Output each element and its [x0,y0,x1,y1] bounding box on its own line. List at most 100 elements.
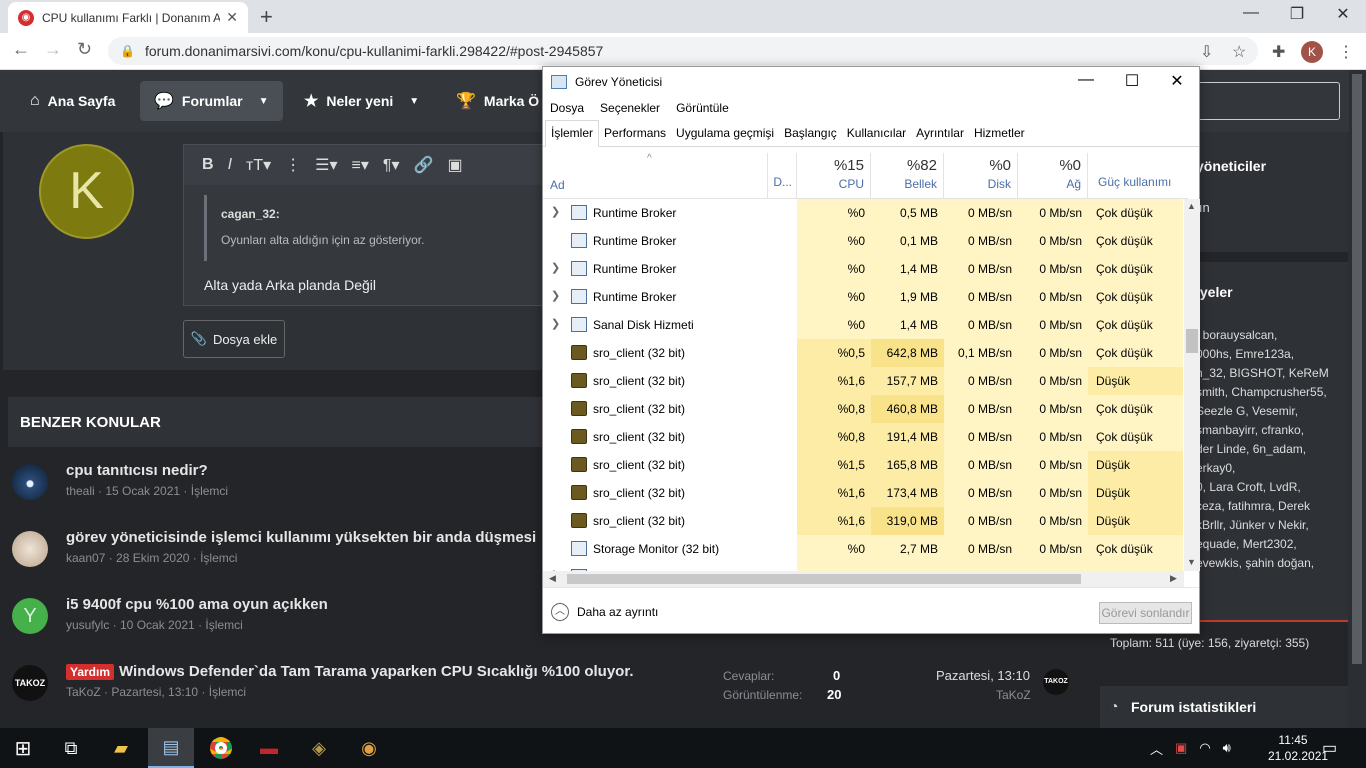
scroll-right-icon[interactable]: ▶ [1170,573,1177,584]
col-power[interactable]: Güç kullanımı [1088,153,1188,199]
browser-tab[interactable]: ◉ CPU kullanımı Farklı | Donanım A ✕ [8,2,248,33]
game-launcher-button[interactable]: ▬ [246,728,292,768]
page-scroll-thumb[interactable] [1352,74,1362,664]
image-icon[interactable]: ▣ [447,155,462,175]
tm-vertical-scrollbar[interactable]: ▲ ▼ [1184,199,1200,571]
last-post-date[interactable]: Pazartesi, 13:10 [936,668,1030,683]
col-memory[interactable]: %82 Bellek [871,153,944,199]
address-bar[interactable]: 🔒 forum.donanimarsivi.com/konu/cpu-kulla… [108,37,1258,65]
process-row[interactable]: sro_client (32 bit) %0,8 191,4 MB 0 MB/sn 0 … [543,423,1183,451]
online-line[interactable]: der Linde, 6n_adam, [1196,440,1346,459]
tm-hscroll-thumb[interactable] [567,574,1081,584]
online-line[interactable]: Seezle G, Vesemir, [1196,402,1346,421]
wifi-icon[interactable]: ◠ [1199,740,1210,756]
menu-options[interactable]: Seçenekler [600,101,660,115]
profile-avatar[interactable]: K [1301,41,1323,63]
nav-home[interactable]: ⌂ Ana Sayfa [16,81,129,121]
online-line[interactable]: 0, Lara Croft, LvdR, [1196,478,1346,497]
media-app-button[interactable]: ◉ [346,728,392,768]
chrome-taskbar-button[interactable] [198,728,244,768]
last-post-user[interactable]: TaKoZ [996,688,1031,702]
scroll-left-icon[interactable]: ◀ [549,573,556,584]
extensions-icon[interactable]: ✚ [1272,42,1285,62]
online-line[interactable]: smanbayirr, cfranko, [1196,421,1346,440]
tm-maximize-icon[interactable]: ☐ [1109,71,1155,91]
process-row[interactable]: sro_client (32 bit) %0,5 642,8 MB 0,1 MB/sn… [543,339,1183,367]
tab-app-history[interactable]: Uygulama geçmişi [671,126,779,146]
expand-chevron-icon[interactable]: ❯ [551,261,560,274]
page-scrollbar[interactable] [1349,70,1366,728]
chevron-down-icon[interactable]: ▼ [409,96,419,107]
thread-item[interactable]: TAKOZ Yardım Windows Defender`da Tam Tara… [0,659,1090,721]
process-row[interactable]: ❯ Sanal Disk Hizmeti %0 1,4 MB 0 MB/sn 0 Mb/s… [543,311,1183,339]
reply-text[interactable]: Alta yada Arka planda Değil [204,277,376,293]
reply-editor[interactable]: B I тT▾ ⋮ ☰▾ ≡▾ ¶▾ 🔗 ▣ cagan_32: Oyunlar… [183,144,553,306]
tab-services[interactable]: Hizmetler [969,126,1030,146]
close-tab-icon[interactable]: ✕ [226,9,238,26]
process-row[interactable]: sro_client (32 bit) %1,6 319,0 MB 0 MB/sn 0 … [543,507,1183,535]
tm-close-icon[interactable]: ✕ [1154,71,1200,91]
tab-performance[interactable]: Performans [599,126,671,146]
tab-details[interactable]: Ayrıntılar [911,126,969,146]
col-cpu[interactable]: %15 CPU [797,153,871,199]
col-status[interactable]: D... [768,153,797,199]
process-row[interactable]: sro_client (32 bit) %1,6 173,4 MB 0 MB/sn 0 … [543,479,1183,507]
clock[interactable]: 11:45 21.02.2021 [1268,732,1328,764]
tab-users[interactable]: Kullanıcılar [842,126,911,146]
action-center-icon[interactable]: ▭ [1322,738,1337,758]
tm-horizontal-scrollbar[interactable]: ◀ ▶ [543,571,1184,587]
tab-processes[interactable]: İşlemler [545,120,600,147]
nav-forums[interactable]: 💬 Forumlar ▼ [140,81,283,121]
italic-icon[interactable]: I [228,156,232,174]
end-task-button[interactable]: Görevi sonlandır [1099,602,1192,624]
process-row[interactable]: ❯System Guard Çalışma Z...%03,4 MB0 MB/s… [543,563,1183,571]
chevron-down-icon[interactable]: ▼ [259,96,269,107]
notification-app-icon[interactable]: ▣ [1175,740,1187,756]
show-hidden-icons-icon[interactable]: ︿ [1150,739,1163,758]
scroll-up-icon[interactable]: ▲ [1187,201,1196,211]
volume-icon[interactable]: 🔊︎ [1223,740,1231,756]
close-window-icon[interactable]: ✕ [1320,4,1366,24]
process-row[interactable]: ❯ Runtime Broker %0 1,9 MB 0 MB/sn 0 Mb/sn Çok… [543,283,1183,311]
menu-file[interactable]: Dosya [550,101,584,115]
back-icon[interactable]: ← [12,39,30,60]
process-row[interactable]: ❯ Runtime Broker %0 1,4 MB 0 MB/sn 0 Mb/sn Çok… [543,255,1183,283]
fewer-details-button[interactable]: ︿ Daha az ayrıntı [551,603,658,621]
process-row[interactable]: sro_client (32 bit) %1,6 157,7 MB 0 MB/sn 0 … [543,367,1183,395]
tm-minimize-icon[interactable]: — [1063,71,1109,89]
expand-chevron-icon[interactable]: ❯ [551,289,560,302]
install-icon[interactable]: ⇩ [1200,42,1213,62]
process-row[interactable]: sro_client (32 bit) %1,5 165,8 MB 0 MB/sn 0 … [543,451,1183,479]
tm-vscroll-thumb[interactable] [1186,329,1198,353]
process-row[interactable]: ❯ Runtime Broker %0 0,5 MB 0 MB/sn 0 Mb/sn Çok… [543,199,1183,227]
bold-icon[interactable]: B [202,156,214,174]
task-view-button[interactable]: ⧉ [48,728,94,768]
online-line[interactable]: evewkis, şahin doğan, [1196,554,1346,573]
minimize-icon[interactable]: — [1228,4,1274,22]
online-line[interactable]: ceza, fatihmra, Derek [1196,497,1346,516]
online-line[interactable]: equade, Mert2302, [1196,535,1346,554]
col-name[interactable]: Ad [543,153,768,199]
bookmark-star-icon[interactable]: ☆ [1232,42,1246,62]
menu-view[interactable]: Görüntüle [676,101,729,115]
scroll-down-icon[interactable]: ▼ [1187,557,1196,567]
attach-file-button[interactable]: 📎 Dosya ekle [183,320,285,358]
file-explorer-button[interactable]: ▰ [98,728,144,768]
tab-startup[interactable]: Başlangıç [779,126,842,146]
menu-icon[interactable]: ⋮ [1338,42,1354,62]
thread-title[interactable]: görev yöneticisinde işlemci kullanımı yü… [66,529,536,546]
reload-icon[interactable]: ↻ [77,39,92,60]
forum-search-input[interactable] [1190,82,1340,120]
online-line[interactable]: , borauysalcan, [1196,326,1346,345]
process-row[interactable]: Runtime Broker %0 0,1 MB 0 MB/sn 0 Mb/sn Çok … [543,227,1183,255]
paragraph-icon[interactable]: ¶▾ [383,155,400,175]
nav-brands[interactable]: 🏆 Marka Ö [442,81,553,121]
new-tab-button[interactable]: + [260,4,273,30]
online-line[interactable]: smith, Champcrusher55, [1196,383,1346,402]
sro-client-button[interactable]: ◈ [296,728,342,768]
link-icon[interactable]: 🔗 [414,155,434,175]
more-icon[interactable]: ⋮ [285,155,301,175]
forward-icon[interactable]: → [44,39,62,60]
align-icon[interactable]: ≡▾ [352,155,369,175]
online-line[interactable]: n_32, BIGSHOT, KeReM [1196,364,1346,383]
